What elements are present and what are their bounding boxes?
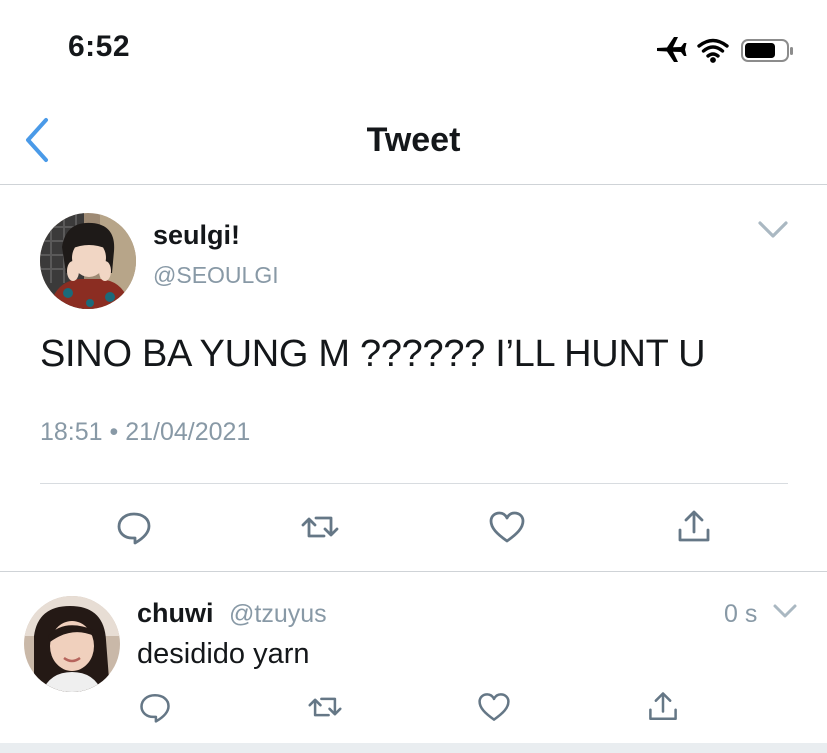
reply-menu-button[interactable] xyxy=(772,601,798,623)
share-button[interactable] xyxy=(674,507,714,547)
nav-divider xyxy=(0,184,827,185)
tweet-divider xyxy=(40,483,788,484)
page-title: Tweet xyxy=(366,121,461,159)
reply-display-name[interactable]: chuwi xyxy=(137,598,214,629)
reply-avatar[interactable] xyxy=(24,596,120,692)
chevron-down-icon xyxy=(773,604,797,618)
reply-icon xyxy=(140,694,170,723)
reply-reply-button[interactable] xyxy=(137,689,173,725)
reply-time: 0 s xyxy=(724,600,758,628)
tweet-text: SINO BA YUNG M ?????? I’LL HUNT U xyxy=(40,333,706,375)
share-icon xyxy=(678,510,710,542)
share-icon xyxy=(649,692,677,720)
thread-divider xyxy=(0,571,827,572)
reply-retweet-button[interactable] xyxy=(307,689,343,725)
tweet-timestamp: 18:51 • 21/04/2021 xyxy=(40,418,251,446)
avatar[interactable] xyxy=(40,213,136,309)
wifi-icon xyxy=(697,38,729,63)
retweet-button[interactable] xyxy=(300,507,340,547)
status-time: 6:52 xyxy=(68,30,131,63)
like-icon xyxy=(478,693,510,721)
like-icon xyxy=(489,511,525,543)
reply-share-button[interactable] xyxy=(645,689,681,725)
bottom-divider xyxy=(0,743,827,753)
reply-text: desidido yarn xyxy=(137,638,310,670)
tweet-display-name[interactable]: seulgi! xyxy=(153,220,240,251)
airplane-icon xyxy=(657,37,687,62)
reply-handle[interactable]: @tzuyus xyxy=(229,600,327,629)
tweet-menu-button[interactable] xyxy=(757,218,789,242)
reply-like-button[interactable] xyxy=(476,689,512,725)
reply-button[interactable] xyxy=(114,507,154,547)
like-button[interactable] xyxy=(487,507,527,547)
retweet-icon xyxy=(308,697,342,717)
reply-icon xyxy=(117,512,151,545)
status-icons xyxy=(657,37,793,63)
tweet-handle[interactable]: @SEOULGI xyxy=(153,262,279,289)
chevron-down-icon xyxy=(758,221,788,238)
retweet-icon xyxy=(301,516,339,538)
battery-icon xyxy=(741,39,793,62)
